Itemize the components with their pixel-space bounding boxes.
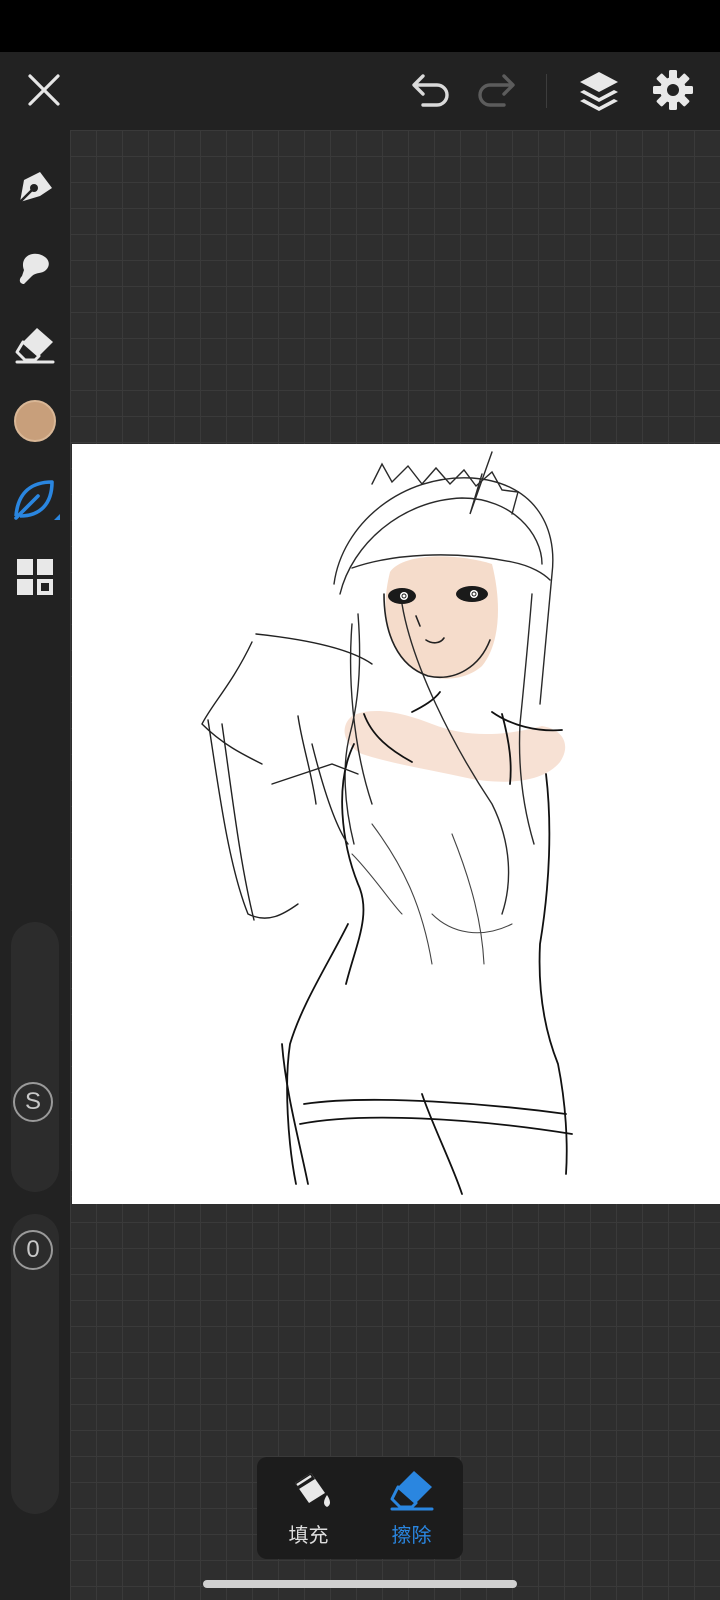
eraser-icon (15, 328, 55, 364)
status-bar (0, 0, 720, 52)
brush-size-knob[interactable]: S (13, 1082, 53, 1122)
sketch-artwork (201, 451, 573, 1195)
layers-button[interactable] (572, 64, 626, 116)
fill-mode-label: 填充 (288, 1522, 329, 1547)
pen-nib-icon (19, 172, 52, 203)
home-indicator[interactable] (203, 1580, 517, 1588)
color-swatch (14, 400, 56, 442)
undo-button[interactable] (405, 66, 457, 116)
smudge-tool-button[interactable] (8, 240, 62, 294)
close-button[interactable] (18, 64, 70, 116)
fill-mode-button[interactable]: 填充 (257, 1457, 360, 1559)
layers-icon (580, 72, 618, 111)
erase-mode-button[interactable]: 擦除 (360, 1457, 463, 1559)
more-tools-button[interactable] (8, 550, 62, 604)
undo-icon (412, 74, 449, 107)
pen-tool-button[interactable] (8, 160, 62, 214)
toolbar-divider (546, 74, 547, 108)
grid-icon (17, 559, 53, 595)
color-picker-button[interactable] (8, 394, 62, 448)
redo-icon (478, 74, 515, 107)
smudge-brush-icon (19, 253, 49, 284)
eraser-icon (390, 1470, 433, 1510)
brush-size-slider[interactable] (11, 922, 59, 1192)
paint-bucket-icon (294, 1472, 330, 1507)
top-toolbar (0, 52, 720, 130)
erase-mode-label: 擦除 (391, 1522, 432, 1547)
eraser-tool-button[interactable] (8, 318, 62, 372)
left-sidebar: S 0 (0, 130, 70, 1600)
leaf-icon (14, 480, 60, 520)
brush-library-button[interactable] (8, 472, 62, 526)
brush-opacity-knob[interactable]: 0 (13, 1230, 53, 1270)
close-icon (28, 74, 60, 106)
drawing-canvas[interactable] (72, 444, 720, 1204)
redo-button[interactable] (470, 66, 522, 116)
gear-icon (653, 70, 693, 110)
fill-erase-panel: 填充 擦除 (257, 1457, 463, 1559)
settings-button[interactable] (646, 64, 700, 116)
